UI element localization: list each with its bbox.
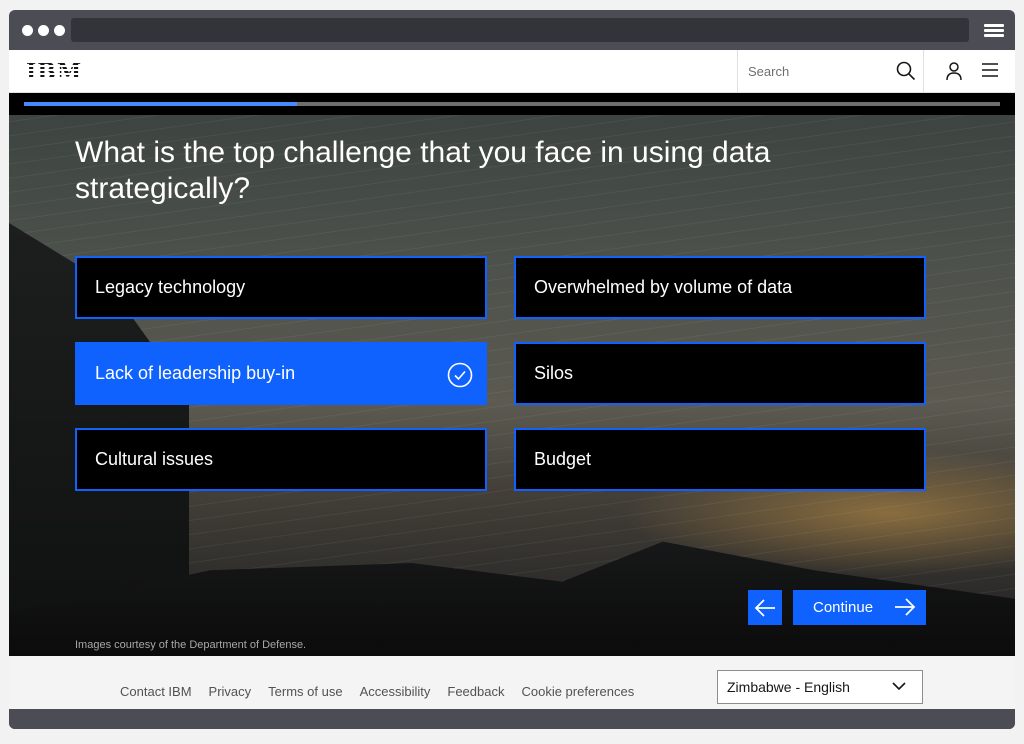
option-cultural-issues[interactable]: Cultural issues xyxy=(75,428,487,491)
user-icon[interactable] xyxy=(944,61,964,81)
question-title: What is the top challenge that you face … xyxy=(75,136,771,205)
browser-menu-icon[interactable] xyxy=(984,24,1004,38)
footer-link-terms[interactable]: Terms of use xyxy=(268,684,342,699)
footer-link-accessibility[interactable]: Accessibility xyxy=(360,684,431,699)
progress-bar xyxy=(9,93,1015,115)
browser-window: IBM What is the top challenge that you f xyxy=(9,10,1015,729)
progress-fill xyxy=(24,102,298,106)
locale-value: Zimbabwe - English xyxy=(727,679,850,695)
footer-link-contact[interactable]: Contact IBM xyxy=(120,684,192,699)
search-box xyxy=(737,50,924,92)
option-budget[interactable]: Budget xyxy=(514,428,926,491)
footer-link-privacy[interactable]: Privacy xyxy=(209,684,252,699)
image-credit: Images courtesy of the Department of Def… xyxy=(75,639,307,651)
arrow-right-icon xyxy=(895,598,916,616)
option-legacy-technology[interactable]: Legacy technology xyxy=(75,256,487,319)
option-label: Overwhelmed by volume of data xyxy=(534,277,793,297)
progress-track xyxy=(24,102,1000,106)
option-label: Lack of leadership buy-in xyxy=(95,363,296,383)
search-icon[interactable] xyxy=(896,61,916,81)
quiz-navigation: Continue xyxy=(748,590,926,625)
chevron-down-icon xyxy=(892,682,906,691)
window-dot[interactable] xyxy=(54,25,65,36)
ibm-logo[interactable]: IBM xyxy=(26,59,82,85)
locale-selector[interactable]: Zimbabwe - English xyxy=(717,670,923,704)
address-bar[interactable] xyxy=(71,18,969,42)
window-dot[interactable] xyxy=(22,25,33,36)
option-lack-of-leadership[interactable]: Lack of leadership buy-in xyxy=(75,342,487,405)
browser-chrome xyxy=(9,10,1015,50)
search-input[interactable] xyxy=(738,50,878,92)
window-dot[interactable] xyxy=(38,25,49,36)
option-silos[interactable]: Silos xyxy=(514,342,926,405)
footer-link-cookies[interactable]: Cookie preferences xyxy=(521,684,634,699)
checkmark-circle-icon xyxy=(447,362,473,388)
back-button[interactable] xyxy=(748,590,782,625)
footer-link-feedback[interactable]: Feedback xyxy=(447,684,504,699)
option-label: Budget xyxy=(534,449,592,469)
quiz-hero: What is the top challenge that you face … xyxy=(9,93,1015,656)
window-controls xyxy=(22,25,65,36)
footer: Contact IBM Privacy Terms of use Accessi… xyxy=(9,656,1015,709)
window-bottom-bar xyxy=(9,709,1015,729)
continue-button[interactable]: Continue xyxy=(793,590,926,625)
masthead: IBM xyxy=(9,50,1015,93)
footer-links: Contact IBM Privacy Terms of use Accessi… xyxy=(120,684,634,699)
continue-label: Continue xyxy=(813,599,874,616)
option-label: Cultural issues xyxy=(95,449,214,469)
menu-icon[interactable] xyxy=(981,62,999,78)
option-label: Silos xyxy=(534,363,574,383)
answer-options: Legacy technology Overwhelmed by volume … xyxy=(75,256,926,491)
option-overwhelmed-by-volume[interactable]: Overwhelmed by volume of data xyxy=(514,256,926,319)
option-label: Legacy technology xyxy=(95,277,246,297)
arrow-left-icon xyxy=(754,598,775,617)
